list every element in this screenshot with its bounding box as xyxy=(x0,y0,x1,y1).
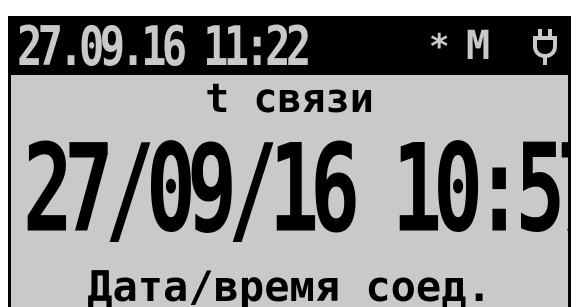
connection-time-title: t связи xyxy=(205,76,374,122)
status-bar: 27.09.16 11:22 * M xyxy=(11,19,568,75)
lcd-screen: 27.09.16 11:22 * M t связи 27/09/16 10:5… xyxy=(8,16,571,307)
display-frame: 27.09.16 11:22 * M t связи 27/09/16 10:5… xyxy=(0,0,583,307)
star-indicator: * xyxy=(429,27,450,67)
power-plug-icon xyxy=(533,29,557,65)
current-datetime: 27.09.16 11:22 xyxy=(17,16,311,78)
mode-indicator: M xyxy=(466,23,491,69)
connection-datetime: 27/09/16 10:57 xyxy=(23,119,571,260)
connection-datetime-label: Дата/время соед. xyxy=(87,262,492,307)
